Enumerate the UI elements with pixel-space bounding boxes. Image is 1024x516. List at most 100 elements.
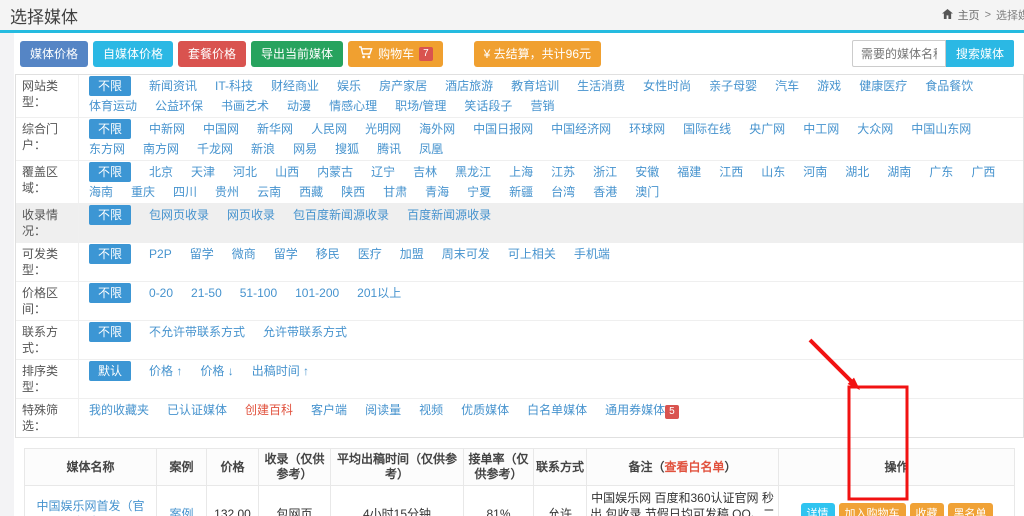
blacklist-button[interactable]: 黑名单 [948,503,993,516]
filter-option[interactable]: 中国经济网 [551,121,611,137]
filter-option[interactable]: 百度新闻源收录 [407,207,491,223]
filter-option[interactable]: 可上相关 [508,246,556,262]
filter-option[interactable]: 黑龙江 [455,164,491,180]
filter-option[interactable]: 澳门 [635,184,659,200]
filter-option[interactable]: 陕西 [341,184,365,200]
filter-option[interactable]: 职场/管理 [395,98,446,114]
filter-option[interactable]: 阅读量 [365,402,401,418]
filter-option[interactable]: 游戏 [817,78,841,94]
filter-option[interactable]: 周末可发 [442,246,490,262]
cart-button[interactable]: 购物车7 [348,41,443,67]
filter-option[interactable]: 201以上 [357,285,401,301]
filter-option[interactable]: 财经商业 [271,78,319,94]
filter-option[interactable]: 环球网 [629,121,665,137]
filter-option[interactable]: 0-20 [149,285,173,301]
checkout-button[interactable]: ¥ 去结算，共计96元 [474,41,601,67]
filter-option[interactable]: 中国网 [203,121,239,137]
filter-option[interactable]: 海外网 [419,121,455,137]
filter-option[interactable]: 已认证媒体 [167,402,227,418]
filter-option[interactable]: IT-科技 [215,78,253,94]
filter-option[interactable]: 动漫 [287,98,311,114]
filter-option[interactable]: 优质媒体 [461,402,509,418]
search-input[interactable] [852,40,946,67]
filter-option[interactable]: 21-50 [191,285,222,301]
filter-option[interactable]: 广东 [929,164,953,180]
filter-option[interactable]: 房产家居 [379,78,427,94]
filter-option[interactable]: 教育培训 [511,78,559,94]
filter-option[interactable]: 青海 [425,184,449,200]
filter-option[interactable]: 情感心理 [329,98,377,114]
filter-option[interactable]: 娱乐 [337,78,361,94]
filter-option[interactable]: 包百度新闻源收录 [293,207,389,223]
filter-selected-site-type[interactable]: 不限 [89,76,131,96]
filter-selected-publish-type[interactable]: 不限 [89,244,131,264]
self-media-price-button[interactable]: 自媒体价格 [93,41,173,67]
filter-option[interactable]: 笑话段子 [464,98,512,114]
filter-option[interactable]: 医疗 [358,246,382,262]
filter-option[interactable]: 贵州 [215,184,239,200]
filter-option[interactable]: 宁夏 [467,184,491,200]
filter-option[interactable]: 大众网 [857,121,893,137]
filter-option[interactable]: 安徽 [635,164,659,180]
filter-option[interactable]: 生活消费 [577,78,625,94]
filter-option[interactable]: 腾讯 [377,141,401,157]
filter-option[interactable]: 留学 [190,246,214,262]
filter-selected-region[interactable]: 不限 [89,162,131,182]
filter-option[interactable]: 食品餐饮 [925,78,973,94]
filter-option[interactable]: 江苏 [551,164,575,180]
filter-option[interactable]: 亲子母婴 [709,78,757,94]
filter-selected-contact[interactable]: 不限 [89,322,131,342]
media-name-link[interactable]: 中国娱乐网首发（官网）好出 [36,499,144,516]
filter-option[interactable]: 云南 [257,184,281,200]
filter-option[interactable]: 搜狐 [335,141,359,157]
filter-selected-portal[interactable]: 不限 [89,119,131,139]
filter-option[interactable]: 海南 [89,184,113,200]
filter-option[interactable]: 辽宁 [371,164,395,180]
view-whitelist-link[interactable]: 查看白名单 [664,460,724,474]
filter-option[interactable]: 重庆 [131,184,155,200]
filter-option[interactable]: 视频 [419,402,443,418]
filter-option[interactable]: 吉林 [413,164,437,180]
filter-option[interactable]: 体育运动 [89,98,137,114]
filter-option[interactable]: 人民网 [311,121,347,137]
package-price-button[interactable]: 套餐价格 [178,41,246,67]
filter-option[interactable]: 我的收藏夹 [89,402,149,418]
filter-option[interactable]: 白名单媒体 [527,402,587,418]
filter-option[interactable]: 留学 [274,246,298,262]
filter-option[interactable]: 通用券媒体5 [605,402,679,419]
filter-option[interactable]: 中新网 [149,121,185,137]
filter-option[interactable]: P2P [149,246,172,262]
filter-option[interactable]: 书画艺术 [221,98,269,114]
filter-option[interactable]: 手机端 [574,246,610,262]
filter-option[interactable]: 内蒙古 [317,164,353,180]
filter-selected-price-range[interactable]: 不限 [89,283,131,303]
add-to-cart-button[interactable]: 加入购物车 [839,503,906,516]
filter-option[interactable]: 山西 [275,164,299,180]
filter-option[interactable]: 央广网 [749,121,785,137]
filter-option[interactable]: 广西 [971,164,995,180]
search-media-button[interactable]: 搜索媒体 [946,40,1014,67]
breadcrumb-home[interactable]: 主页 [958,7,980,23]
filter-selected-sort[interactable]: 默认 [89,361,131,381]
filter-option[interactable]: 创建百科 [245,402,293,418]
filter-option[interactable]: 天津 [191,164,215,180]
filter-option[interactable]: 新华网 [257,121,293,137]
filter-option[interactable]: 加盟 [400,246,424,262]
media-price-button[interactable]: 媒体价格 [20,41,88,67]
filter-option[interactable]: 酒店旅游 [445,78,493,94]
filter-option[interactable]: 台湾 [551,184,575,200]
filter-option[interactable]: 中国日报网 [473,121,533,137]
filter-option[interactable]: 健康医疗 [859,78,907,94]
filter-option[interactable]: 营销 [530,98,554,114]
filter-option[interactable]: 出稿时间 ↑ [252,363,309,379]
export-current-media-button[interactable]: 导出当前媒体 [251,41,343,67]
filter-option[interactable]: 四川 [173,184,197,200]
filter-option[interactable]: 允许带联系方式 [263,324,347,340]
filter-option[interactable]: 价格 ↓ [200,363,233,379]
filter-option[interactable]: 女性时尚 [643,78,691,94]
details-button[interactable]: 详情 [801,503,835,516]
filter-option[interactable]: 微商 [232,246,256,262]
filter-option[interactable]: 西藏 [299,184,323,200]
filter-option[interactable]: 湖北 [845,164,869,180]
filter-option[interactable]: 51-100 [240,285,277,301]
